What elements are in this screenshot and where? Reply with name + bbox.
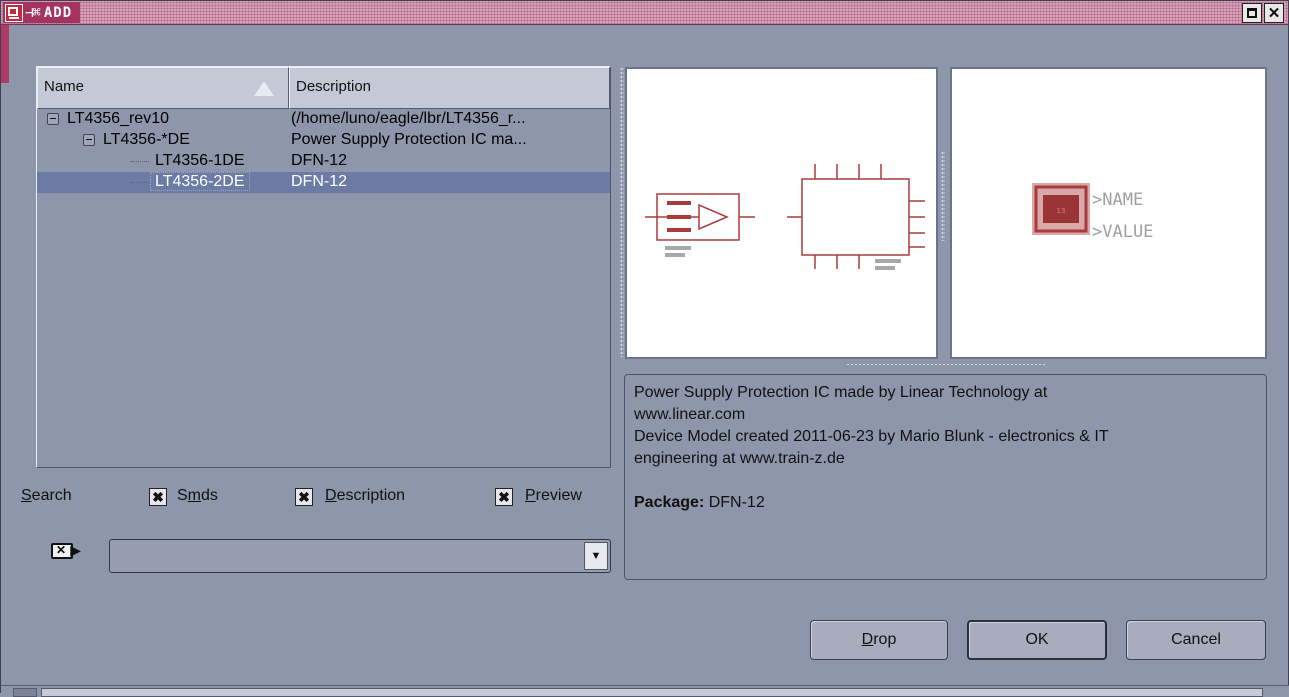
ic-body <box>801 178 910 256</box>
tree-item-description: DFN-12 <box>291 173 348 190</box>
sort-ascending-icon <box>254 81 274 96</box>
chevron-down-icon[interactable]: ▼ <box>584 542 608 570</box>
description-label[interactable]: Description <box>325 487 405 505</box>
package-preview: 13 >NAME >VALUE <box>950 67 1267 359</box>
package-footprint-graphic: 13 >NAME >VALUE <box>1032 183 1153 242</box>
side-accent <box>1 25 9 83</box>
collapse-icon[interactable] <box>47 113 59 125</box>
description-line: www.linear.com <box>634 406 746 423</box>
tree-item-description: Power Supply Protection IC ma... <box>291 131 527 148</box>
close-icon: ✕ <box>1267 5 1281 22</box>
tree-item-name: LT4356-2DE <box>150 172 250 191</box>
pad-number-label: 13 <box>1057 207 1066 215</box>
title-bar[interactable]: ⊣⌘ ADD ✕ <box>1 1 1288 25</box>
search-combobox[interactable]: ▼ <box>109 539 611 573</box>
maximize-button[interactable] <box>1242 3 1262 23</box>
column-header-description[interactable]: Description <box>289 67 610 109</box>
maximize-icon <box>1247 8 1257 18</box>
device-description: Power Supply Protection IC made by Linea… <box>624 374 1267 580</box>
description-line: engineering at www.train-z.de <box>634 450 845 467</box>
eagle-schematic-icon[interactable] <box>5 3 23 22</box>
package-value: DFN-12 <box>704 494 765 511</box>
collapse-icon[interactable] <box>83 134 95 146</box>
tree-item-name: LT4356-1DE <box>155 152 245 169</box>
column-header-name-label: Name <box>44 78 85 95</box>
tree-row-library[interactable]: LT4356_rev10 (/home/luno/eagle/lbr/LT435… <box>37 109 610 130</box>
smds-label[interactable]: Smds <box>177 487 218 505</box>
column-header-name[interactable]: Name <box>37 67 289 109</box>
tree-item-description: (/home/luno/eagle/lbr/LT4356_r... <box>291 110 526 127</box>
ok-button[interactable]: OK <box>967 620 1107 660</box>
smds-checkbox[interactable]: ✖ <box>149 488 167 506</box>
pin-symbol-icon: ⊣⌘ <box>25 4 41 21</box>
title-area: ⊣⌘ ADD <box>3 2 81 23</box>
preview-splitter[interactable] <box>941 151 945 241</box>
description-checkbox[interactable]: ✖ <box>295 488 313 506</box>
clear-search-icon[interactable] <box>51 542 81 559</box>
description-line: Device Model created 2011-06-23 by Mario… <box>634 428 1109 445</box>
horizontal-splitter[interactable] <box>846 363 1046 367</box>
tree-row-variant[interactable]: LT4356-1DE DFN-12 <box>37 151 610 172</box>
symbol-preview <box>625 67 938 359</box>
value-placeholder-bar <box>665 253 685 257</box>
preview-label[interactable]: Preview <box>525 487 582 505</box>
description-line: Power Supply Protection IC made by Linea… <box>634 384 1048 401</box>
search-label: Search <box>21 487 72 504</box>
tree-row-device[interactable]: LT4356-*DE Power Supply Protection IC ma… <box>37 130 610 151</box>
package-name-label: >NAME <box>1092 190 1143 210</box>
tree-branch-line <box>131 182 149 183</box>
close-button[interactable]: ✕ <box>1264 3 1284 23</box>
preview-checkbox[interactable]: ✖ <box>495 488 513 506</box>
window-controls: ✕ <box>1242 3 1284 23</box>
tree-row-variant-selected[interactable]: LT4356-2DE DFN-12 <box>37 172 610 193</box>
tree-branch-line <box>131 161 149 162</box>
window-title: ADD <box>43 4 73 21</box>
vertical-splitter[interactable] <box>620 67 624 357</box>
selected-item-label: LT4356-2DE <box>150 172 250 191</box>
tree-item-name: LT4356_rev10 <box>67 110 169 127</box>
column-header-description-label: Description <box>296 78 372 95</box>
amplifier-triangle <box>698 203 729 231</box>
package-label: Package: <box>634 494 705 511</box>
tree-item-description: DFN-12 <box>291 152 348 169</box>
name-placeholder-bar <box>665 246 691 250</box>
tree-header: Name Description <box>37 67 610 109</box>
schematic-symbol-graphic <box>645 164 925 270</box>
value-placeholder-bar <box>875 266 895 270</box>
tree-item-name: LT4356-*DE <box>103 131 190 148</box>
cancel-button[interactable]: Cancel <box>1126 620 1266 660</box>
package-value-label: >VALUE <box>1092 222 1153 242</box>
device-tree[interactable]: Name Description LT4356_rev10 (/home/lun… <box>36 66 611 468</box>
search-input[interactable] <box>114 544 576 568</box>
name-placeholder-bar <box>875 259 901 263</box>
package-info: Package: DFN-12 <box>634 492 1257 514</box>
drop-button[interactable]: Drop <box>810 620 948 660</box>
add-dialog: ⊣⌘ ADD ✕ Name Description LT4356_rev10 (… <box>0 0 1289 697</box>
